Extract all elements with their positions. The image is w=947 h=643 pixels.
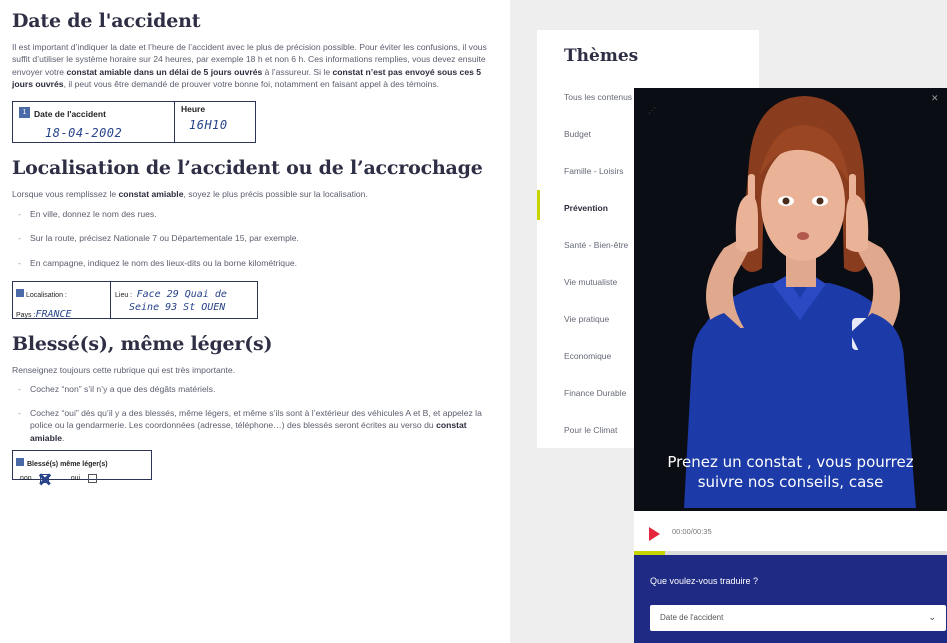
theme-item-budget[interactable]: Budget	[564, 129, 591, 139]
hour-cell: Heure 16H10	[175, 102, 255, 142]
place-line1: Face 29 Quai de	[136, 289, 227, 301]
section-date-paragraph: Il est important d’indiquer la date et l…	[12, 41, 498, 91]
translate-label: Que voulez-vous traduire ?	[650, 576, 759, 586]
avatar-face	[761, 145, 845, 261]
translate-panel: Que voulez-vous traduire ? Date de l'acc…	[634, 555, 947, 643]
play-icon[interactable]	[649, 527, 660, 541]
theme-item-sante[interactable]: Santé - Bien-être	[564, 240, 628, 250]
para-text: , il peut vous être demandé de prouver v…	[63, 79, 440, 90]
list-item-text: .	[62, 432, 65, 443]
theme-active-indicator	[537, 190, 540, 220]
date-value: 18-04-2002	[45, 125, 123, 140]
para-text: , soyez le plus précis possible sur la l…	[183, 188, 368, 199]
place-label: Lieu :	[115, 292, 133, 300]
date-form-box: 1 Date de l'accident 18-04-2002 Heure 16H…	[12, 100, 256, 143]
avatar-pupil-right	[816, 197, 824, 205]
theme-item-finance[interactable]: Finance Durable	[564, 388, 626, 398]
form-number-badge: 1	[19, 106, 30, 118]
article: Date de l'accident Il est important d’in…	[0, 0, 510, 643]
place-line2: Seine 93 St OUEN	[129, 302, 226, 314]
section-title-date: Date de l'accident	[12, 10, 201, 32]
section-title-localisation: Localisation de l’accident ou de l’accro…	[12, 156, 483, 179]
section-blesses-paragraph: Renseignez toujours cette rubrique qui e…	[12, 365, 236, 376]
country-value: FRANCE	[35, 309, 72, 321]
localisation-label: Localisation :	[26, 292, 67, 300]
sign-language-video-player[interactable]: ⋰ ✕ Prenez un constat , vous pourrez sui…	[634, 88, 947, 643]
date-cell: 1 Date de l'accident 18-04-2002	[13, 101, 175, 142]
list-item: Cochez “oui” dès qu’il y a des blessés, …	[18, 407, 498, 444]
chevron-down-icon: ⌄	[928, 613, 936, 623]
list-item: Sur la route, précisez Nationale 7 ou Dé…	[18, 232, 498, 245]
section-localisation-paragraph: Lorsque vous remplissez le constat amiab…	[12, 188, 498, 200]
blesses-options: non oui	[16, 474, 148, 484]
para-bold: constat amiable dans un délai de 5 jours…	[66, 66, 263, 77]
hour-label: Heure	[181, 103, 206, 114]
country-label: Pays :	[16, 312, 36, 320]
translate-select-value: Date de l'accident	[660, 613, 724, 622]
para-bold: constat amiable	[118, 188, 184, 199]
localisation-bullets: En ville, donnez le nom des rues. Sur la…	[18, 208, 498, 270]
section-title-blesses: Blessé(s), même léger(s)	[12, 333, 273, 356]
signing-avatar	[684, 96, 916, 508]
theme-item-all[interactable]: Tous les contenus	[564, 92, 632, 102]
date-label: Date de l'accident	[34, 108, 106, 119]
hour-value: 16H10	[189, 117, 228, 132]
list-item-text: Cochez “oui” dès qu’il y a des blessés, …	[30, 408, 482, 431]
blesses-label: Blessé(s) même léger(s)	[27, 461, 108, 469]
list-item: En campagne, indiquez le nom des lieux-d…	[18, 257, 498, 270]
avatar-hand-left	[735, 194, 758, 252]
yes-label: oui	[70, 475, 81, 483]
avatar-finger-right	[849, 174, 856, 202]
avatar-pupil-left	[782, 197, 790, 205]
localisation-left-col: Localisation : Pays :FRANCE	[13, 282, 111, 321]
video-controls: 00:00/00:35	[634, 511, 947, 553]
list-item: En ville, donnez le nom des rues.	[18, 208, 498, 221]
no-label: non	[20, 475, 32, 483]
yes-checkbox	[88, 474, 98, 484]
caption-line-1: Prenez un constat , vous pourrez	[667, 453, 914, 471]
localisation-right-col: Lieu : Face 29 Quai de Seine 93 St OUEN	[111, 282, 231, 318]
blesses-bullets: Cochez “non” s’il n’y a que des dégâts m…	[18, 383, 498, 445]
form-number-badge	[16, 289, 24, 298]
caption-line-2: suivre nos conseils, case	[697, 473, 884, 491]
no-checkbox-checked	[39, 474, 49, 484]
list-item: Cochez “non” s’il n’y a que des dégâts m…	[18, 383, 498, 396]
avatar-mouth	[797, 232, 809, 240]
blesses-form-box: Blessé(s) même léger(s) non oui	[12, 450, 152, 484]
theme-item-vie-mutualiste[interactable]: Vie mutualiste	[564, 277, 617, 287]
localisation-form-box: Localisation : Pays :FRANCE Lieu : Face …	[12, 281, 258, 321]
date-form-snippet: 1 Date de l'accident 18-04-2002 Heure 16H…	[12, 100, 498, 143]
themes-title: Thèmes	[564, 46, 639, 66]
theme-item-vie-pratique[interactable]: Vie pratique	[564, 314, 609, 324]
video-timecode: 00:00/00:35	[672, 527, 712, 536]
video-caption: Prenez un constat , vous pourrez suivre …	[634, 452, 947, 492]
theme-item-famille[interactable]: Famille - Loisirs	[564, 166, 624, 176]
theme-item-prevention[interactable]: Prévention	[564, 203, 608, 213]
theme-item-economique[interactable]: Economique	[564, 351, 611, 361]
translate-select[interactable]: Date de l'accident ⌄	[650, 605, 946, 631]
para-text: Lorsque vous remplissez le	[12, 188, 119, 199]
para-text: à l’assureur. Si le	[262, 66, 333, 77]
avatar-finger-left	[748, 174, 755, 202]
form-number-badge	[16, 458, 24, 467]
theme-item-climat[interactable]: Pour le Climat	[564, 425, 617, 435]
